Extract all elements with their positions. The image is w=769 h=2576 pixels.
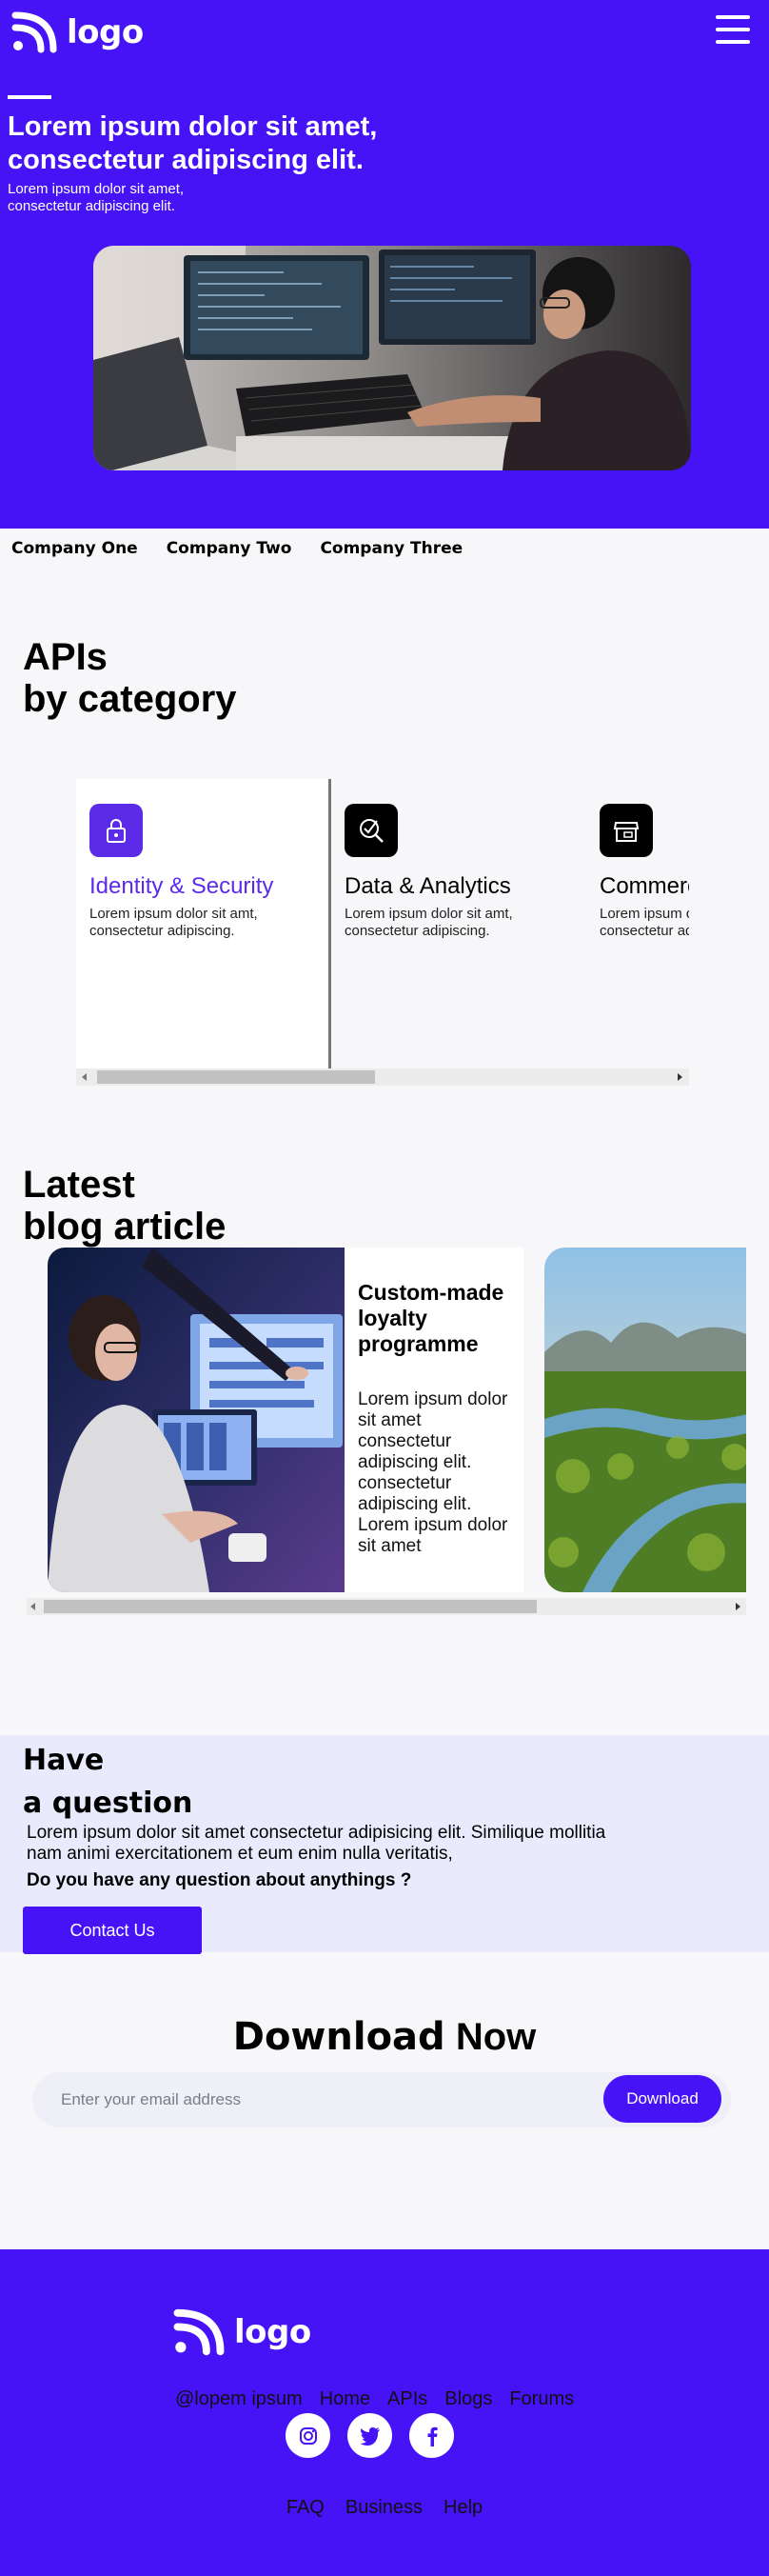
api-card-commerce[interactable]: Commerce Lorem ipsum dolor sit amt, cons…: [586, 779, 689, 1068]
developer-at-computers-photo: [93, 246, 691, 470]
lock-icon: [89, 804, 143, 857]
hamburger-menu-icon[interactable]: [716, 15, 750, 44]
footer-logo[interactable]: logo: [173, 2308, 311, 2356]
footer-link-apis[interactable]: APIs: [387, 2388, 427, 2410]
logo[interactable]: logo: [11, 11, 144, 53]
hero-title: Lorem ipsum dolor sit amet, consectetur …: [8, 111, 378, 175]
footer-link-forums[interactable]: Forums: [509, 2388, 574, 2410]
footer-link-handle[interactable]: @lopem ipsum: [175, 2388, 303, 2410]
scroll-right-arrow-icon[interactable]: [736, 1603, 740, 1610]
scroll-left-arrow-icon[interactable]: [30, 1603, 35, 1610]
footer-link-help[interactable]: Help: [444, 2497, 483, 2519]
blog-article-card[interactable]: Custom-made loyalty programme Lorem ipsu…: [48, 1248, 523, 1592]
company-three: Company Three: [320, 539, 463, 558]
river-landscape-photo[interactable]: [544, 1248, 746, 1592]
blog-carousel[interactable]: Custom-made loyalty programme Lorem ipsu…: [27, 1248, 746, 1615]
hero-section: logo Lorem ipsum dolor sit amet, consect…: [0, 0, 769, 529]
api-scroll-thumb[interactable]: [97, 1070, 375, 1084]
download-form: Download: [32, 2072, 731, 2127]
download-title-light: Now: [455, 2016, 537, 2058]
social-links: [286, 2413, 454, 2458]
api-category-carousel[interactable]: Identity & Security Lorem ipsum dolor si…: [76, 779, 689, 1088]
question-title-line2: a question: [23, 1787, 193, 1820]
apis-section-title: APIs by category: [23, 636, 237, 720]
blog-title-line1: Latest: [23, 1164, 135, 1206]
api-card-desc: Lorem ipsum dolor sit amt, consectetur a…: [89, 906, 258, 939]
logo-signal-icon: [11, 11, 57, 53]
footer-logo-text: logo: [234, 2313, 311, 2351]
email-input[interactable]: [59, 2084, 516, 2116]
api-card-desc: Lorem ipsum dolor sit amt, consectetur a…: [600, 906, 689, 939]
api-card-name: Data & Analytics: [345, 873, 511, 899]
logo-text: logo: [67, 13, 144, 51]
footer-link-home[interactable]: Home: [320, 2388, 370, 2410]
footer-nav: @lopem ipsum Home APIs Blogs Forums: [175, 2388, 574, 2410]
twitter-icon[interactable]: [347, 2413, 392, 2458]
instagram-icon[interactable]: [286, 2413, 330, 2458]
hero-accent-line: [8, 95, 51, 99]
api-card-name: Identity & Security: [89, 873, 274, 899]
question-section: Have a question Lorem ipsum dolor sit am…: [0, 1735, 769, 1954]
question-title-line1: Have: [23, 1744, 105, 1777]
company-two: Company Two: [166, 539, 292, 558]
footer-link-faq[interactable]: FAQ: [286, 2497, 325, 2519]
hero-subtitle: Lorem ipsum dolor sit amet, consectetur …: [8, 181, 185, 214]
api-card-desc: Lorem ipsum dolor sit amt, consectetur a…: [345, 906, 513, 939]
blog-scroll-thumb[interactable]: [44, 1600, 537, 1613]
company-logos-row: Company One Company Two Company Three: [11, 539, 463, 558]
store-icon: [600, 804, 653, 857]
footer-link-blogs[interactable]: Blogs: [444, 2388, 492, 2410]
developer-screen-photo: [48, 1248, 345, 1592]
blog-carousel-scrollbar[interactable]: [27, 1598, 746, 1615]
question-text: Lorem ipsum dolor sit amet consectetur a…: [27, 1823, 606, 1864]
footer-link-business[interactable]: Business: [345, 2497, 423, 2519]
question-title: Have a question: [23, 1739, 192, 1825]
download-button[interactable]: Download: [603, 2075, 721, 2123]
apis-title-line2: by category: [23, 678, 237, 720]
blog-section-title: Latest blog article: [23, 1164, 226, 1248]
blog-article-heading[interactable]: Custom-made loyalty programme: [358, 1280, 516, 1357]
logo-signal-icon: [173, 2308, 225, 2356]
company-one: Company One: [11, 539, 138, 558]
blog-article-body: Lorem ipsum dolor sit amet consectetur a…: [358, 1389, 508, 1556]
question-ask: Do you have any question about anythings…: [27, 1870, 412, 1890]
contact-us-button[interactable]: Contact Us: [23, 1907, 202, 1954]
scroll-left-arrow-icon[interactable]: [82, 1073, 87, 1081]
api-card-identity-security[interactable]: Identity & Security Lorem ipsum dolor si…: [76, 779, 331, 1068]
analytics-search-icon: [345, 804, 398, 857]
footer: logo @lopem ipsum Home APIs Blogs Forums: [0, 2249, 769, 2576]
apis-title-line1: APIs: [23, 636, 108, 678]
download-title: Download Now: [0, 2015, 769, 2059]
api-carousel-scrollbar[interactable]: [76, 1068, 689, 1086]
download-title-bold: Download: [232, 2015, 445, 2059]
api-card-name: Commerce: [600, 873, 689, 899]
footer-bottom-links: FAQ Business Help: [0, 2497, 769, 2519]
scroll-right-arrow-icon[interactable]: [678, 1073, 682, 1081]
api-card-data-analytics[interactable]: Data & Analytics Lorem ipsum dolor sit a…: [331, 779, 586, 1068]
blog-title-line2: blog article: [23, 1206, 227, 1248]
facebook-icon[interactable]: [409, 2413, 454, 2458]
